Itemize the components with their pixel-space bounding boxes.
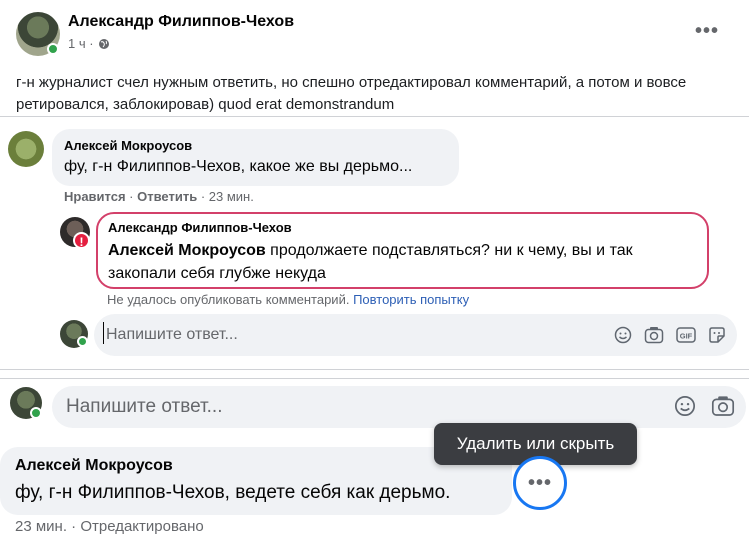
mention[interactable]: Алексей Мокроусов bbox=[108, 242, 266, 259]
svg-text:GIF: GIF bbox=[680, 332, 693, 341]
divider bbox=[0, 116, 749, 117]
post-more-icon[interactable]: ••• bbox=[695, 20, 719, 43]
camera-icon[interactable] bbox=[709, 393, 737, 419]
online-status-icon bbox=[77, 336, 88, 347]
divider bbox=[0, 378, 749, 379]
gif-icon[interactable]: GIF bbox=[676, 325, 696, 345]
post-meta: 1 ч · bbox=[68, 36, 110, 51]
separator-dot: · bbox=[125, 189, 138, 204]
comment-input-placeholder: Напишите ответ... bbox=[66, 396, 223, 417]
like-link[interactable]: Нравится bbox=[64, 189, 126, 204]
publish-error: Не удалось опубликовать комментарий. Пов… bbox=[107, 292, 469, 307]
comment-time[interactable]: 23 мин. bbox=[209, 189, 254, 204]
comment-actions: Нравится · Ответить · 23 мин. bbox=[64, 189, 254, 204]
reply-link[interactable]: Ответить bbox=[137, 189, 197, 204]
sticker-icon[interactable] bbox=[707, 325, 727, 345]
post-text: г-н журналист счел нужным ответить, но с… bbox=[16, 74, 687, 113]
commenter-avatar[interactable] bbox=[8, 131, 44, 167]
camera-icon[interactable] bbox=[644, 325, 664, 345]
online-status-icon bbox=[30, 407, 42, 419]
post-author[interactable]: Александр Филиппов-Чехов bbox=[68, 13, 294, 31]
error-message: Не удалось опубликовать комментарий. bbox=[107, 292, 354, 307]
retry-link[interactable]: Повторить попытку bbox=[353, 292, 469, 307]
emoji-icon[interactable] bbox=[613, 325, 633, 345]
error-icon: ! bbox=[73, 232, 90, 249]
globe-icon bbox=[98, 38, 109, 49]
reply-input-placeholder: Напишите ответ... bbox=[106, 326, 238, 343]
comment-meta: 23 мин. · Отредактировано bbox=[15, 518, 204, 535]
reply-text: Алексей Мокроусов продолжаете подставлят… bbox=[108, 239, 698, 285]
reply-author[interactable]: Александр Филиппов-Чехов bbox=[108, 220, 292, 235]
comment-author[interactable]: Алексей Мокроусов bbox=[15, 457, 173, 475]
comment-author[interactable]: Алексей Мокроусов bbox=[64, 138, 192, 153]
comment-text: фу, г-н Филиппов-Чехов, какое же вы дерь… bbox=[64, 158, 413, 175]
comment-more-button[interactable]: ••• bbox=[513, 456, 567, 510]
text-caret bbox=[103, 322, 104, 344]
separator-dot: · bbox=[197, 189, 209, 204]
comment-text: фу, г-н Филиппов-Чехов, ведете себя как … bbox=[15, 482, 451, 503]
online-status-icon bbox=[47, 43, 59, 55]
post-time[interactable]: 1 ч · bbox=[68, 36, 94, 51]
divider bbox=[0, 369, 749, 370]
emoji-icon[interactable] bbox=[672, 393, 698, 419]
